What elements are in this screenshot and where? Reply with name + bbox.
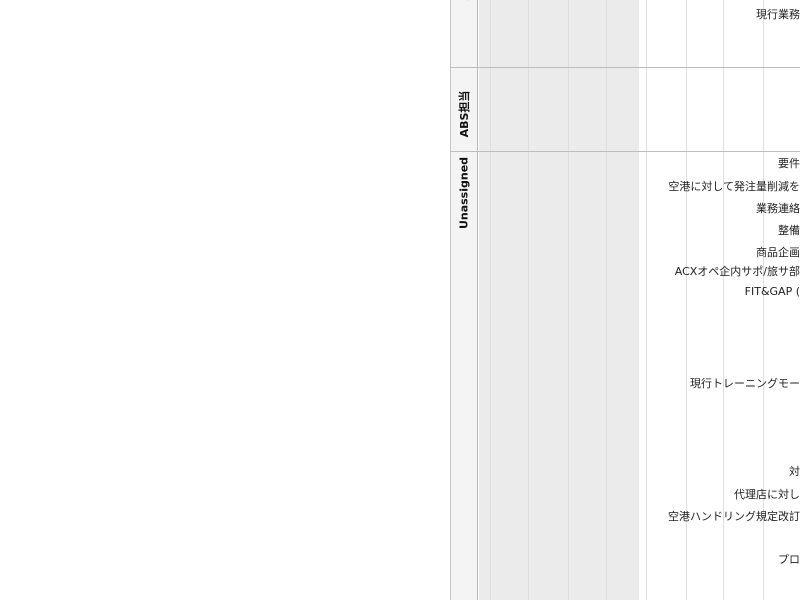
day-gridline <box>606 0 607 600</box>
task-label[interactable]: 商品企画 <box>756 244 800 260</box>
task-label[interactable]: 現行業務 <box>756 6 800 22</box>
day-gridline <box>490 0 491 600</box>
empty-left-panel <box>0 0 450 600</box>
task-label[interactable]: ACXオペ企内サポ/旅サ部 <box>675 263 800 279</box>
day-gridline <box>528 0 529 600</box>
lane-label-unassigned: Unassigned <box>457 156 471 230</box>
task-label[interactable]: 業務連絡 <box>756 200 800 216</box>
lane-separator <box>450 67 800 68</box>
task-label[interactable]: 要件 <box>778 155 800 171</box>
task-label[interactable]: FIT&GAP ( <box>745 285 800 298</box>
lane-label-abs: ABS担当 <box>458 90 471 138</box>
nonworking-days-shading <box>479 0 639 600</box>
task-label[interactable]: 代理店に対し <box>734 486 800 502</box>
task-label[interactable]: プロ <box>778 551 800 567</box>
day-gridline <box>568 0 569 600</box>
task-label[interactable]: 整備 <box>778 222 800 238</box>
task-label[interactable]: 空港ハンドリング規定改訂 <box>668 508 800 524</box>
task-label[interactable]: 空港に対して発注量削減を <box>668 178 800 194</box>
gantt-timeline[interactable]: A ABS担当 Unassigned 現行業務 要件 空港に対して発注量削減を … <box>450 0 800 600</box>
lane-separator <box>450 151 800 152</box>
task-label[interactable]: 現行トレーニングモー <box>690 375 800 391</box>
task-label[interactable]: 対 <box>789 463 800 479</box>
day-gridline <box>646 0 647 600</box>
